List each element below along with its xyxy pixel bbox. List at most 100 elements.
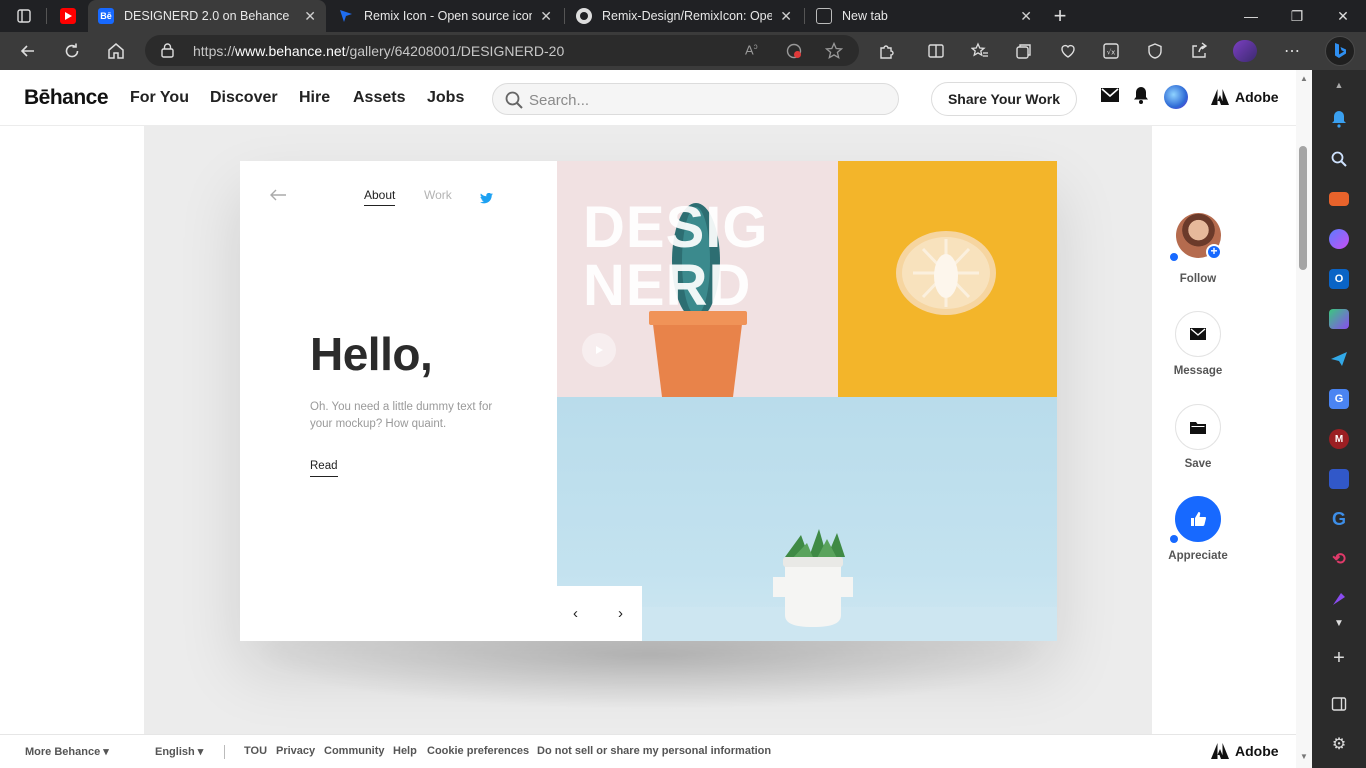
language-dropdown[interactable]: English ▾ bbox=[155, 745, 203, 758]
notification-icon[interactable] bbox=[1329, 109, 1349, 129]
window-controls: — ❐ ✕ bbox=[1228, 0, 1366, 32]
performance-icon[interactable] bbox=[1056, 39, 1080, 63]
scroll-down-icon[interactable]: ▼ bbox=[1329, 613, 1349, 633]
split-screen-icon[interactable] bbox=[924, 39, 948, 63]
user-avatar[interactable] bbox=[1164, 85, 1188, 109]
behance-logo[interactable]: Bēhance bbox=[24, 86, 109, 110]
share-icon[interactable] bbox=[1187, 39, 1211, 63]
footer-link-cookie-preferences[interactable]: Cookie preferences bbox=[427, 745, 529, 757]
footer-adobe-link[interactable]: Adobe bbox=[1211, 743, 1279, 759]
message-label: Message bbox=[1173, 365, 1223, 377]
project-image[interactable]: About Work Hello, Oh. You need a little … bbox=[240, 161, 1057, 641]
message-button[interactable] bbox=[1175, 311, 1221, 357]
bing-copilot-icon[interactable] bbox=[1325, 36, 1355, 66]
save-button[interactable] bbox=[1175, 404, 1221, 450]
google-translate-icon[interactable]: G bbox=[1329, 389, 1349, 409]
add-app-icon[interactable]: + bbox=[1329, 647, 1349, 669]
scroll-down-arrow[interactable]: ▼ bbox=[1300, 752, 1308, 761]
message-action[interactable]: Message bbox=[1170, 311, 1226, 381]
tools-icon[interactable] bbox=[1329, 192, 1349, 206]
close-tab-icon[interactable]: ✕ bbox=[304, 8, 316, 25]
follow-action[interactable]: + Follow bbox=[1170, 213, 1226, 285]
docs-icon[interactable] bbox=[1329, 469, 1349, 489]
close-window-icon[interactable]: ✕ bbox=[1320, 0, 1366, 32]
favorites-icon[interactable] bbox=[968, 39, 992, 63]
nav-for-you[interactable]: For You bbox=[130, 89, 189, 107]
share-your-work-button[interactable]: Share Your Work bbox=[931, 82, 1077, 116]
new-tab-button[interactable]: + bbox=[1048, 3, 1072, 28]
footer-link-tou[interactable]: TOU bbox=[244, 745, 267, 757]
tracking-prevention-icon[interactable] bbox=[785, 42, 803, 65]
scroll-up-arrow[interactable]: ▲ bbox=[1300, 74, 1308, 83]
sync-icon[interactable]: ⟲ bbox=[1329, 549, 1349, 569]
designer-icon[interactable] bbox=[1329, 309, 1349, 329]
mockup-tab-work: Work bbox=[424, 188, 452, 202]
footer-link-privacy[interactable]: Privacy bbox=[276, 745, 315, 757]
profile-avatar[interactable] bbox=[1233, 39, 1257, 63]
url-text: https://www.behance.net/gallery/64208001… bbox=[193, 43, 565, 59]
back-arrow-icon bbox=[269, 188, 287, 206]
close-tab-icon[interactable]: ✕ bbox=[540, 8, 552, 25]
envelope-icon bbox=[1190, 328, 1206, 340]
copilot-icon[interactable] bbox=[1329, 229, 1349, 249]
sidebar-toggle-icon[interactable] bbox=[1329, 694, 1349, 714]
back-icon[interactable] bbox=[16, 39, 40, 63]
grapefruit-photo bbox=[838, 161, 1057, 397]
tab-title: New tab bbox=[842, 9, 888, 23]
grammarly-icon[interactable]: G bbox=[1329, 509, 1349, 529]
minimize-icon[interactable]: — bbox=[1228, 0, 1274, 32]
home-icon[interactable] bbox=[104, 39, 128, 63]
lock-icon[interactable] bbox=[161, 43, 174, 63]
send-icon[interactable] bbox=[1329, 349, 1349, 369]
appreciate-label: Appreciate bbox=[1168, 550, 1228, 562]
refresh-icon[interactable] bbox=[60, 39, 84, 63]
nav-assets[interactable]: Assets bbox=[353, 89, 405, 107]
mail-icon[interactable] bbox=[1101, 88, 1119, 107]
browser-essentials-icon[interactable] bbox=[1143, 39, 1167, 63]
appreciate-button[interactable] bbox=[1175, 496, 1221, 542]
follow-plus-icon[interactable]: + bbox=[1206, 244, 1222, 260]
page-scrollbar[interactable]: ▲ ▼ bbox=[1296, 70, 1312, 768]
behance-footer: More Behance ▾ English ▾ TOU Privacy Com… bbox=[0, 734, 1296, 768]
tab-title: DESIGNERD 2.0 on Behance bbox=[124, 9, 290, 23]
footer-link-community[interactable]: Community bbox=[324, 745, 385, 757]
appreciate-action[interactable]: Appreciate bbox=[1168, 496, 1228, 566]
adobe-link[interactable]: Adobe bbox=[1211, 89, 1279, 105]
save-action[interactable]: Save bbox=[1170, 404, 1226, 474]
tab-actions-icon[interactable] bbox=[12, 4, 36, 28]
remix-app-icon[interactable] bbox=[1329, 589, 1349, 609]
outlook-icon[interactable]: O bbox=[1329, 269, 1349, 289]
nav-discover[interactable]: Discover bbox=[210, 89, 278, 107]
nav-jobs[interactable]: Jobs bbox=[427, 89, 464, 107]
behance-header: Bēhance For You Discover Hire Assets Job… bbox=[0, 70, 1296, 126]
tab-behance[interactable]: Bē DESIGNERD 2.0 on Behance ✕ bbox=[88, 0, 326, 32]
scroll-up-icon[interactable]: ▲ bbox=[1329, 75, 1349, 95]
tab-github[interactable]: Remix-Design/RemixIcon: Open s ✕ bbox=[566, 0, 802, 32]
nav-hire[interactable]: Hire bbox=[299, 89, 330, 107]
search-icon[interactable] bbox=[1329, 149, 1349, 169]
more-menu-icon[interactable]: ⋯ bbox=[1280, 39, 1304, 63]
search-icon bbox=[505, 91, 523, 109]
footer-link-do-not-sell[interactable]: Do not sell or share my personal informa… bbox=[537, 745, 771, 757]
close-tab-icon[interactable]: ✕ bbox=[1020, 8, 1032, 25]
tab-remix-icon[interactable]: Remix Icon - Open source icon lib ✕ bbox=[328, 0, 562, 32]
status-dot bbox=[1170, 535, 1178, 543]
favorite-star-icon[interactable] bbox=[824, 41, 844, 65]
collections-icon[interactable] bbox=[1012, 39, 1036, 63]
mockup-body-text: Oh. You need a little dummy text for you… bbox=[310, 401, 493, 430]
scrollbar-thumb[interactable] bbox=[1299, 146, 1307, 270]
settings-gear-icon[interactable]: ⚙ bbox=[1329, 734, 1349, 754]
extensions-icon[interactable] bbox=[875, 39, 899, 63]
tab-youtube[interactable] bbox=[50, 0, 86, 32]
read-aloud-icon[interactable]: Aↄ bbox=[745, 42, 758, 57]
more-behance-dropdown[interactable]: More Behance ▾ bbox=[25, 745, 109, 758]
close-tab-icon[interactable]: ✕ bbox=[780, 8, 792, 25]
tab-new-tab[interactable]: New tab ✕ bbox=[806, 0, 1042, 32]
maximize-icon[interactable]: ❐ bbox=[1274, 0, 1320, 32]
footer-link-help[interactable]: Help bbox=[393, 745, 417, 757]
bell-icon[interactable] bbox=[1134, 87, 1148, 109]
gmail-icon[interactable]: M bbox=[1329, 429, 1349, 449]
search-input[interactable] bbox=[529, 90, 879, 110]
address-bar[interactable]: https://www.behance.net/gallery/64208001… bbox=[145, 35, 859, 66]
math-solver-icon[interactable]: √x bbox=[1099, 39, 1123, 63]
